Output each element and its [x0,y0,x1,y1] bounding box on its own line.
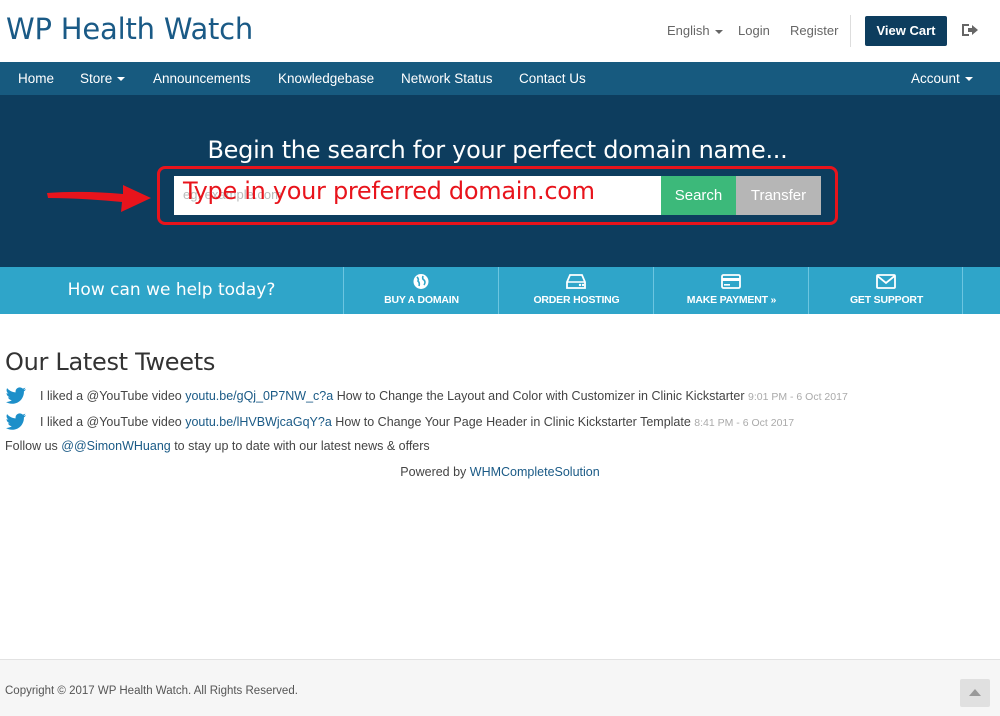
language-selector[interactable]: English [667,23,723,38]
nav-knowledgebase[interactable]: Knowledgebase [278,62,374,95]
tweets-title: Our Latest Tweets [5,348,216,376]
divider [850,15,851,47]
powered-by: Powered by WHMCompleteSolution [0,465,1000,479]
view-cart-button[interactable]: View Cart [865,16,947,46]
main-nav: Home Store Announcements Knowledgebase N… [0,62,1000,95]
nav-announcements[interactable]: Announcements [153,62,251,95]
make-payment-link[interactable]: MAKE PAYMENT » [653,267,808,314]
credit-card-icon [721,274,741,289]
tweet-time: 9:01 PM - 6 Oct 2017 [747,391,848,403]
chevron-down-icon [117,77,126,82]
hero-title: Begin the search for your perfect domain… [207,136,788,164]
tweet-link[interactable]: youtu.be/gQj_0P7NW_c?a [185,389,333,403]
help-label: ORDER HOSTING [533,294,620,306]
server-icon [566,274,586,289]
nav-store-label: Store [80,71,113,86]
nav-contact-us[interactable]: Contact Us [519,62,586,95]
follow-prefix: Follow us [5,439,62,453]
tweet-text: I liked a @YouTube video youtu.be/gQj_0P… [40,389,848,403]
arrow-right-icon [47,185,151,212]
buy-domain-link[interactable]: BUY A DOMAIN [343,267,498,314]
nav-account-label: Account [911,71,960,86]
chevron-down-icon [714,29,723,34]
help-label: GET SUPPORT [849,294,924,306]
help-prompt: How can we help today? [67,280,276,300]
tweet-body: How to Change Your Page Header in Clinic… [331,415,695,429]
help-label: BUY A DOMAIN [384,294,459,306]
help-label: MAKE PAYMENT » [686,294,777,306]
tweet-body: How to Change the Layout and Color with … [333,389,748,403]
login-link[interactable]: Login [738,23,770,38]
powered-prefix: Powered by [400,465,470,479]
nav-home[interactable]: Home [18,62,54,95]
logout-icon[interactable] [961,22,979,38]
twitter-handle-link[interactable]: @@SimonWHuang [61,439,170,453]
register-link[interactable]: Register [790,23,838,38]
twitter-icon [5,387,26,404]
footer: Copyright © 2017 WP Health Watch. All Ri… [0,659,1000,716]
back-to-top-button[interactable] [960,679,990,707]
tweet-text: I liked a @YouTube video youtu.be/lHVBWj… [40,415,794,429]
nav-network-status[interactable]: Network Status [401,62,493,95]
annotation-text: Type in your preferred domain.com [183,177,595,205]
envelope-icon [876,274,896,289]
copyright-text: Copyright © 2017 WP Health Watch. All Ri… [5,685,298,697]
tweet-prefix: I liked a @YouTube video [40,415,186,429]
site-logo[interactable]: WP Health Watch [6,12,253,46]
help-bar: How can we help today? BUY A DOMAIN ORDE… [0,267,1000,314]
follow-us-text: Follow us @@SimonWHuang to stay up to da… [5,439,430,453]
nav-account[interactable]: Account [911,62,973,95]
search-button[interactable]: Search [661,176,736,215]
twitter-icon [5,413,26,430]
language-label: English [667,23,710,38]
tweet-prefix: I liked a @YouTube video [40,389,186,403]
order-hosting-link[interactable]: ORDER HOSTING [498,267,653,314]
tweet-link[interactable]: youtu.be/lHVBWjcaGqY?a [185,415,332,429]
domain-search-hero: Begin the search for your perfect domain… [0,95,1000,267]
get-support-link[interactable]: GET SUPPORT [808,267,963,314]
chevron-up-icon [969,689,981,696]
chevron-down-icon [964,77,973,82]
whmcs-link[interactable]: WHMCompleteSolution [470,465,600,479]
transfer-button[interactable]: Transfer [736,176,821,215]
tweet-time: 8:41 PM - 6 Oct 2017 [694,417,795,429]
globe-icon [413,274,429,289]
follow-suffix: to stay up to date with our latest news … [170,439,430,453]
nav-store[interactable]: Store [80,62,126,95]
header: WP Health Watch English Login Register V… [0,0,1000,62]
